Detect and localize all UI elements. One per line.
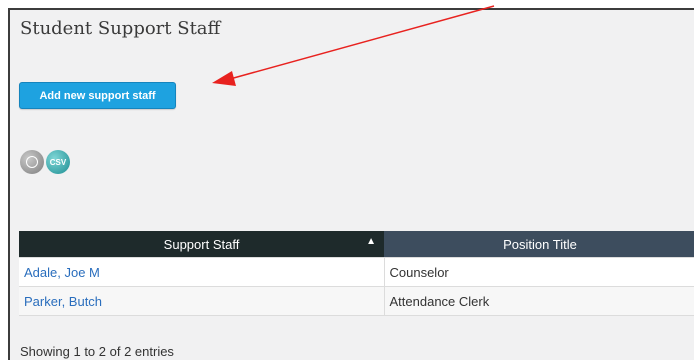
- sort-ascending-icon: ▲: [366, 236, 376, 247]
- csv-label: CSV: [49, 157, 67, 167]
- table-row: Parker, Butch Attendance Clerk: [19, 286, 694, 316]
- page-title: Student Support Staff: [20, 18, 221, 39]
- table-row: Adale, Joe M Counselor: [19, 257, 694, 287]
- column-header-label: Support Staff: [163, 236, 240, 252]
- support-staff-table: Support Staff ▲ Position Title Adale, Jo…: [19, 231, 694, 316]
- staff-name-cell: Adale, Joe M: [19, 257, 384, 287]
- position-title-cell: Attendance Clerk: [383, 286, 694, 316]
- position-title-cell: Counselor: [383, 257, 694, 287]
- export-toolbar: CSV: [20, 150, 70, 174]
- staff-name-link[interactable]: Adale, Joe M: [24, 265, 100, 280]
- add-support-staff-button[interactable]: Add new support staff: [19, 82, 176, 109]
- table-header-row: Support Staff ▲ Position Title: [19, 231, 694, 258]
- staff-name-link[interactable]: Parker, Butch: [24, 294, 102, 309]
- staff-name-cell: Parker, Butch: [19, 286, 384, 316]
- column-header-label: Position Title: [503, 236, 577, 252]
- print-icon-glyph: [26, 156, 38, 168]
- print-icon[interactable]: [20, 150, 44, 174]
- column-header-support-staff[interactable]: Support Staff ▲: [19, 231, 384, 258]
- column-header-position-title[interactable]: Position Title: [384, 231, 694, 258]
- csv-export-icon[interactable]: CSV: [46, 150, 70, 174]
- table-info: Showing 1 to 2 of 2 entries: [20, 344, 174, 359]
- content-panel: Student Support Staff Add new support st…: [8, 8, 694, 360]
